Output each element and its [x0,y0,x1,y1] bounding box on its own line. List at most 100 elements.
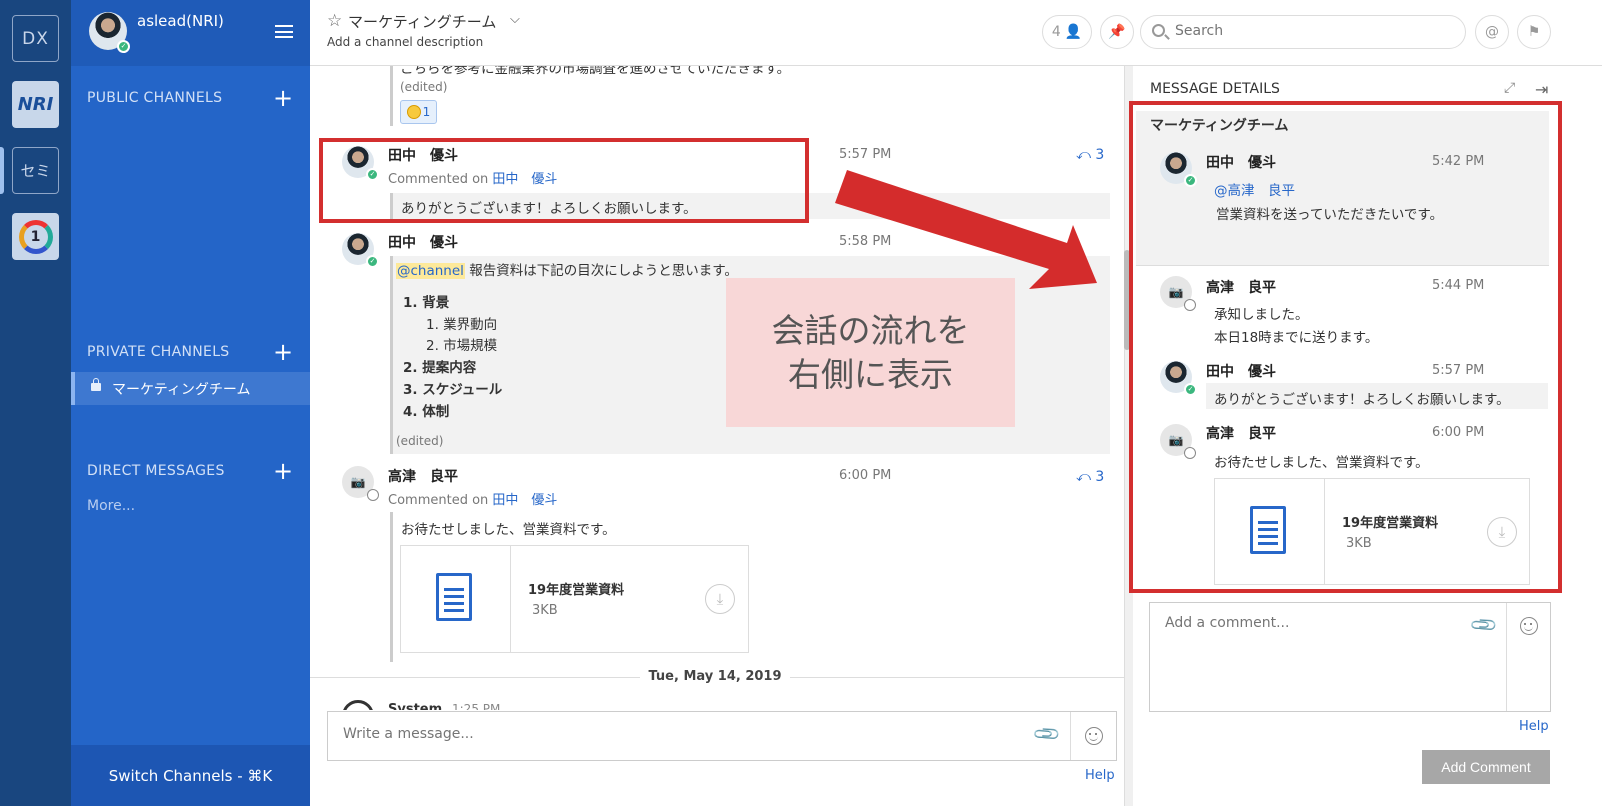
comment-input[interactable] [1165,615,1465,645]
chevron-down-icon[interactable]: ⌵ [510,12,520,27]
file-size: 3KB [532,603,558,618]
sidebar-item-label: マーケティングチーム [112,382,251,398]
switch-channels-button[interactable]: Switch Channels - ⌘K [71,745,310,806]
flagged-posts-button[interactable]: ⚑ [1517,15,1551,49]
list-item: 3. スケジュール [403,382,503,398]
camera-icon: 📷 [350,475,366,489]
annotation-line-1: 会話の流れを [771,310,970,350]
commented-on: Commented on 田中 優斗 [388,489,557,508]
member-count-button[interactable]: 4 👤 [1042,15,1092,49]
search-input[interactable] [1175,23,1455,39]
separator-line [790,677,1124,678]
document-icon [436,573,472,621]
private-channels-heading: PRIVATE CHANNELS [87,344,230,360]
list-item: 1. 背景 [403,295,450,311]
offline-status-icon [367,489,379,501]
list-item: 1. 業界動向 [426,317,498,333]
composer-divider [1070,712,1071,760]
message-username[interactable]: 高津 良平 [388,466,458,486]
file-thumbnail [401,546,511,652]
public-channels-heading: PUBLIC CHANNELS [87,90,223,106]
panel-title: MESSAGE DETAILS [1150,81,1280,97]
commented-prefix: Commented on [388,493,489,508]
thread-line [390,512,393,662]
pin-icon: 📌 [1108,24,1126,40]
download-icon[interactable]: ⤓ [705,584,735,614]
sidebar-item-marketing-team[interactable]: マーケティングチーム [71,372,310,405]
pinned-posts-button[interactable]: 📌 [1100,15,1134,49]
favorite-star-icon[interactable]: ☆ [327,11,342,31]
list-item: 4. 体制 [403,404,450,420]
flag-icon: ⚑ [1527,24,1541,40]
message-composer[interactable]: 📎 [327,711,1117,761]
emoji-icon[interactable] [1085,727,1103,745]
list-item: 2. 市場規模 [426,338,498,354]
lock-icon [91,378,101,391]
thread-line [390,66,393,126]
attachment-icon[interactable]: 📎 [1469,610,1500,641]
help-link[interactable]: Help [1519,719,1549,734]
message-time[interactable]: 6:00 PM [839,468,891,483]
reply-count-button[interactable]: ⤺ 3 [1076,469,1104,485]
message-username[interactable]: 田中 優斗 [388,232,458,252]
reply-count: 3 [1095,147,1105,163]
add-public-channel-button[interactable]: + [273,86,293,110]
team-nri[interactable]: NRI [12,81,59,128]
message-text-body: 報告資料は下記の目次にしようと思います。 [469,263,738,279]
more-direct-messages-link[interactable]: More... [87,498,135,514]
team-semi[interactable]: セミ [12,147,59,194]
partial-message-text: こちらを参考に金融業界の市場調査を進めさせていただきます。 [400,66,791,77]
reply-count: 3 [1095,469,1105,485]
direct-messages-heading: DIRECT MESSAGES [87,463,225,479]
separator-line [310,677,640,678]
channel-mention[interactable]: @channel [396,263,465,279]
hamburger-menu-icon[interactable] [275,25,293,38]
file-name[interactable]: 19年度営業資料 [528,579,624,598]
add-private-channel-button[interactable]: + [273,340,293,364]
file-attachment[interactable]: 19年度営業資料 3KB ⤓ [400,545,749,653]
expand-icon[interactable]: ⤢ [1504,80,1515,96]
message-text: お待たせしました、営業資料です。 [401,522,616,538]
commented-user-link[interactable]: 田中 優斗 [492,493,557,508]
add-comment-button[interactable]: Add Comment [1422,750,1550,784]
system-avatar [342,700,374,710]
team-dx[interactable]: DX [12,15,59,62]
team-one[interactable]: 1 [12,213,59,260]
channel-header: ☆ マーケティングチーム ⌵ Add a channel description… [310,0,1602,66]
reply-count-button[interactable]: ⤺ 3 [1076,147,1104,163]
smiley-icon [406,105,421,119]
edited-label: (edited) [400,80,448,94]
mentions-button[interactable]: @ [1475,15,1509,49]
search-box[interactable] [1140,15,1466,49]
list-item: 2. 提案内容 [403,360,477,376]
sidebar-header: ✓ aslead(NRI) [71,0,310,66]
close-panel-icon[interactable]: ⇥ [1535,80,1548,99]
emoji-icon[interactable] [1520,617,1538,635]
date-separator: Tue, May 14, 2019 [310,667,1124,687]
annotation-highlight-box [319,138,809,223]
message-text: @channel 報告資料は下記の目次にしようと思います。 [396,259,738,279]
comment-composer[interactable]: 📎 [1149,602,1551,712]
message-time[interactable]: 5:57 PM [839,147,891,162]
team-one-logo: 1 [18,219,53,254]
composer-divider [1506,603,1507,711]
date-label: Tue, May 14, 2019 [648,669,782,684]
reaction-count: 1 [422,105,431,119]
active-team-indicator [0,147,4,194]
reply-icon: ⤺ [1076,469,1091,485]
system-username: System [388,702,443,710]
annotation-highlight-box [1129,101,1562,593]
add-direct-message-button[interactable]: + [273,459,293,483]
thread-line [390,256,393,454]
annotation-line-2: 右側に表示 [788,354,953,394]
sidebar-username[interactable]: aslead(NRI) [137,12,224,30]
help-link[interactable]: Help [1085,768,1115,783]
team-sidebar: DX NRI セミ 1 [0,0,71,806]
attachment-icon[interactable]: 📎 [1032,719,1063,750]
channel-title[interactable]: マーケティングチーム [348,11,496,32]
annotation-note: 会話の流れを 右側に表示 [726,278,1015,427]
search-icon [1152,24,1165,37]
emoji-reaction[interactable]: 1 [400,100,437,124]
message-input[interactable] [343,726,993,742]
channel-description[interactable]: Add a channel description [327,35,483,49]
